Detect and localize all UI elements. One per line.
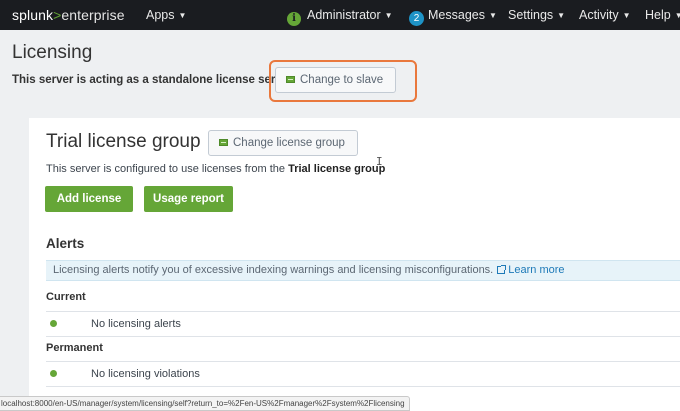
help-label: Help — [645, 8, 671, 22]
alerts-info-text: Licensing alerts notify you of excessive… — [53, 264, 494, 276]
permanent-alerts-label: Permanent — [46, 342, 103, 354]
divider — [46, 311, 680, 312]
alerts-heading: Alerts — [46, 236, 85, 251]
add-license-button[interactable]: Add license — [45, 186, 133, 212]
chevron-down-icon: ▼ — [178, 11, 187, 20]
apps-label: Apps — [146, 8, 175, 22]
license-group-title: Trial license group — [46, 131, 201, 152]
page-title: Licensing — [12, 42, 93, 63]
divider — [46, 386, 680, 387]
info-icon: i — [287, 12, 301, 26]
server-role-text: This server is acting as a standalone li… — [12, 74, 293, 86]
usage-report-button[interactable]: Usage report — [144, 186, 233, 212]
help-menu[interactable]: Help ▼ — [645, 8, 680, 22]
learn-more-link[interactable]: Learn more — [497, 264, 565, 276]
messages-menu[interactable]: 2 Messages ▼ — [409, 8, 497, 26]
external-link-icon — [497, 265, 507, 274]
divider — [46, 361, 680, 362]
apps-menu[interactable]: Apps ▼ — [146, 8, 186, 22]
activity-label: Activity — [579, 8, 619, 22]
change-license-group-button[interactable]: Change license group — [208, 130, 358, 156]
description-group-name: Trial license group — [288, 163, 386, 175]
text-cursor-icon: I — [376, 155, 383, 168]
administrator-menu[interactable]: i Administrator ▼ — [287, 8, 393, 26]
activity-menu[interactable]: Activity ▼ — [579, 8, 631, 22]
messages-label: Messages — [428, 8, 485, 22]
current-alerts-text: No licensing alerts — [91, 318, 181, 330]
description-text: This server is configured to use license… — [46, 163, 289, 175]
messages-count-badge: 2 — [409, 11, 424, 26]
permanent-alerts-text: No licensing violations — [91, 368, 200, 380]
chevron-down-icon: ▼ — [622, 11, 631, 20]
chevron-down-icon: ▼ — [488, 11, 497, 20]
license-group-description: This server is configured to use license… — [46, 163, 385, 175]
administrator-label: Administrator — [307, 8, 381, 22]
chevron-down-icon: ▼ — [384, 11, 393, 20]
divider — [46, 336, 680, 337]
settings-menu[interactable]: Settings ▼ — [508, 8, 565, 22]
splunk-logo[interactable]: splunk>enterprise — [12, 7, 125, 23]
status-ok-icon — [50, 320, 57, 327]
learn-more-label: Learn more — [508, 264, 565, 276]
alerts-info-bar: Licensing alerts notify you of excessive… — [46, 260, 680, 281]
chevron-down-icon: ▼ — [674, 11, 680, 20]
settings-label: Settings — [508, 8, 554, 22]
browser-status-url: localhost:8000/en-US/manager/system/lice… — [0, 396, 410, 411]
logo-product: enterprise — [61, 7, 125, 23]
top-nav: splunk>enterprise Apps ▼ i Administrator ▼ … — [0, 0, 680, 30]
logo-brand: splunk — [12, 7, 54, 23]
annotation-highlight — [269, 60, 417, 102]
current-alerts-label: Current — [46, 291, 86, 303]
chevron-down-icon: ▼ — [557, 11, 566, 20]
license-icon — [219, 139, 228, 146]
status-ok-icon — [50, 370, 57, 377]
change-license-group-label: Change license group — [233, 137, 345, 149]
